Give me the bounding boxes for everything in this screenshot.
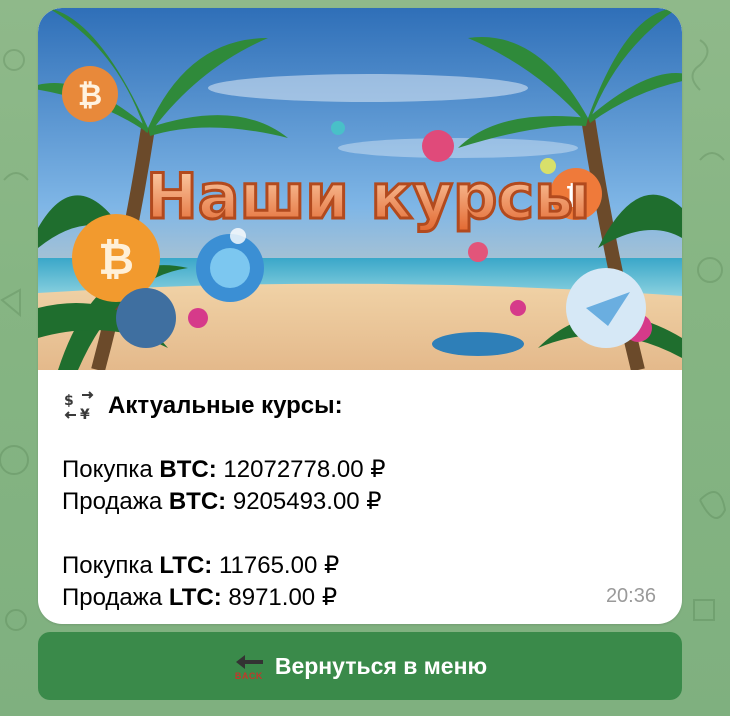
banner-image: ₿ ₿ ₿ Наши курсы	[38, 8, 682, 370]
svg-text:$: $	[64, 393, 74, 409]
svg-text:₿: ₿	[98, 234, 134, 285]
heading-text: Актуальные курсы:	[108, 392, 343, 419]
rate-coin: LTC:	[168, 584, 222, 611]
back-to-menu-button[interactable]: BACK Вернуться в меню	[38, 632, 682, 700]
rate-row: Покупка BTC: 12072778.00 ₽	[62, 454, 662, 486]
back-icon-text: BACK	[234, 671, 263, 681]
rate-value: 8971.00 ₽	[228, 584, 338, 611]
rate-value: 12072778.00 ₽	[223, 456, 386, 483]
rate-value: 9205493.00 ₽	[232, 488, 382, 515]
rate-coin: BTC:	[168, 488, 227, 515]
back-button-label: Вернуться в меню	[274, 652, 488, 679]
currency-exchange-icon: $ ¥	[64, 391, 94, 421]
message-text: $ ¥ Актуальные курсы: Покупка BTC: 12072…	[62, 390, 662, 614]
rate-row: Продажа BTC: 9205493.00 ₽	[62, 486, 662, 518]
message-timestamp: 20:36	[605, 585, 656, 607]
rate-row: Продажа LTC: 8971.00 ₽	[62, 582, 662, 614]
tropical-crypto-banner: ₿ ₿ ₿ Наши курсы	[38, 8, 682, 370]
rate-action: Продажа	[62, 584, 163, 611]
rate-action: Покупка	[62, 552, 153, 579]
rate-coin: BTC:	[159, 456, 217, 483]
back-arrow-icon: BACK	[233, 651, 265, 681]
bitcoin-coin-icon: ₿	[62, 66, 118, 122]
message-bubble: ₿ ₿ ₿ Наши курсы $ ¥ Актуальные курсы: П…	[38, 8, 682, 624]
rate-value: 11765.00 ₽	[218, 552, 340, 579]
rate-row: Покупка LTC: 11765.00 ₽	[62, 550, 662, 582]
svg-text:₿: ₿	[78, 78, 102, 113]
rate-action: Покупка	[62, 456, 153, 483]
banner-title: Наши курсы	[146, 160, 590, 233]
rate-action: Продажа	[62, 488, 163, 515]
svg-text:¥: ¥	[80, 407, 90, 421]
rate-coin: LTC:	[159, 552, 213, 579]
message-heading: $ ¥ Актуальные курсы:	[62, 390, 662, 422]
